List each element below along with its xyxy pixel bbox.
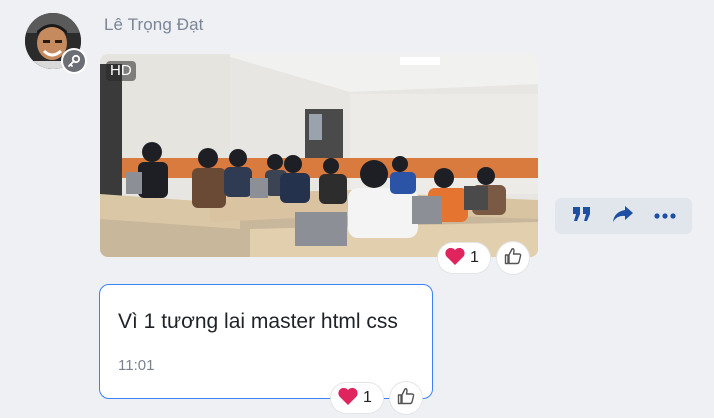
text-message-bubble[interactable] — [99, 284, 433, 399]
text-reaction-pill[interactable]: 1 — [331, 383, 383, 413]
like-button[interactable] — [390, 382, 422, 414]
thumbs-up-icon — [503, 246, 523, 271]
share-icon — [611, 204, 635, 229]
quote-icon — [571, 205, 593, 228]
hd-badge: HD — [106, 61, 136, 81]
key-icon — [61, 48, 87, 74]
reaction-count: 1 — [363, 389, 372, 406]
sender-name: Lê Trọng Đạt — [104, 15, 204, 34]
like-button[interactable] — [497, 242, 529, 274]
more-button[interactable] — [650, 201, 680, 231]
photo-message[interactable] — [100, 54, 538, 257]
message-text: Vì 1 tương lai master html css — [118, 310, 398, 333]
heart-icon — [337, 386, 359, 411]
more-icon — [653, 207, 677, 225]
message-time: 11:01 — [118, 357, 155, 374]
photo-reaction-pill[interactable]: 1 — [438, 243, 490, 273]
heart-icon — [444, 246, 466, 271]
quote-button[interactable] — [567, 201, 597, 231]
thumbs-up-icon — [396, 386, 416, 411]
share-button[interactable] — [608, 201, 638, 231]
message-action-bar — [555, 198, 692, 234]
reaction-count: 1 — [470, 249, 479, 266]
